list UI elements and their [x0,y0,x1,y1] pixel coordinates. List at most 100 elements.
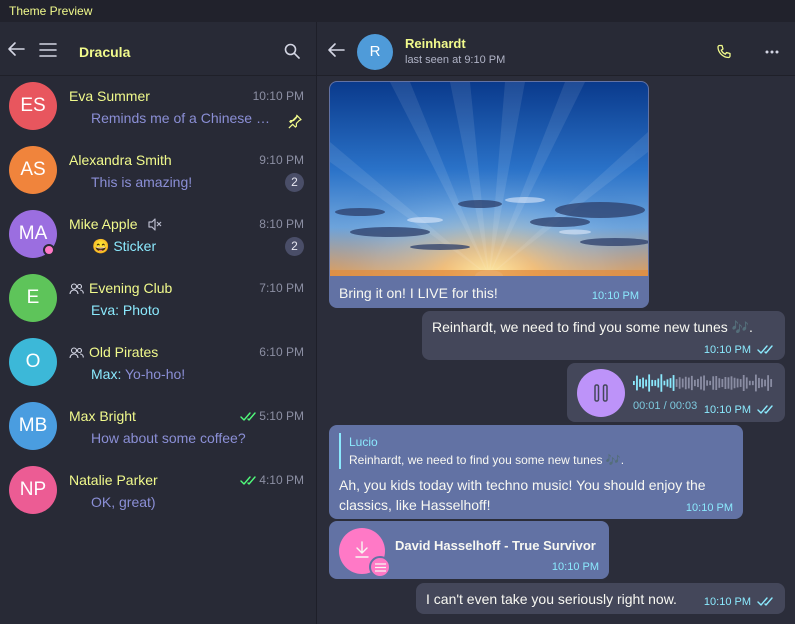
download-icon [355,541,369,558]
pause-icon [594,384,608,402]
voice-message[interactable]: 00:01 / 00:03 10:10 PM [567,363,785,422]
waveform-bar [663,380,666,386]
chat-item-natalie-parker[interactable]: NP Natalie Parker 4:10 PM OK, great) [0,460,316,524]
reply-message[interactable]: Lucio Reinhardt, we need to find you som… [329,425,743,519]
message-text: Reinhardt, we need to find you some new … [432,319,753,335]
waveform-bar [684,376,687,390]
chat-last-message: 😄 Sticker [92,238,278,255]
avatar: NP [9,466,57,514]
back-arrow-icon[interactable] [327,42,345,58]
waveform-bar [700,376,702,390]
waveform-bar [721,378,724,388]
playlist-icon [369,556,391,578]
waveform-bar [645,379,647,387]
chat-item-old-pirates[interactable]: O Old Pirates 6:10 PM Max: Yo-ho-ho! [0,332,316,396]
waveform-bar [758,377,760,389]
search-icon[interactable] [284,43,300,59]
waveform-bar [709,380,712,386]
theme-name-title: Dracula [79,44,131,60]
pin-icon [288,114,302,129]
more-options-icon[interactable] [765,50,779,54]
chat-last-message: How about some coffee? [91,430,246,446]
waveform-bar [724,376,727,390]
waveform-bar [636,375,638,391]
waveform-bar [672,375,675,391]
waveform-bar [767,375,769,391]
waveform-bar [678,377,681,389]
waveform-bar [633,381,635,385]
contact-avatar[interactable]: R [357,34,393,70]
waveform-bar [739,379,742,387]
contact-name[interactable]: Reinhardt [405,36,466,51]
waveform-bar [706,380,708,386]
audio-file-message[interactable]: David Hasselhoff - True Survivor 10:10 P… [329,521,609,579]
waveform-bar [770,379,773,387]
waveform[interactable] [633,372,775,394]
photo-message[interactable]: Bring it on! I LIVE for this! 10:10 PM [329,81,649,308]
waveform-bar [745,377,748,389]
message-time: 10:10 PM [703,596,751,608]
waveform-bar [764,379,766,387]
conversation-header: R Reinhardt last seen at 9:10 PM [317,22,795,76]
waveform-bar [660,374,663,392]
chat-item-max-bright[interactable]: MB Max Bright 5:10 PM How about some cof… [0,396,316,460]
song-title: David Hasselhoff - True Survivor [395,538,596,553]
message-time: 10:10 PM [703,404,751,416]
pause-button[interactable] [577,369,625,417]
chat-last-message: Max: Yo-ho-ho! [91,366,277,382]
chat-list-header: Dracula [0,22,316,76]
phone-call-icon[interactable] [716,44,732,60]
chat-time: 10:10 PM [252,89,304,103]
group-icon [69,347,84,359]
chat-item-evening-club[interactable]: E Evening Club 7:10 PM Eva: Photo [0,268,316,332]
waveform-bar [697,378,699,388]
conversation-panel: R Reinhardt last seen at 9:10 PM Bring i… [317,22,795,624]
sender-name: Max: [91,366,122,382]
message-text: I can't even take you seriously right no… [426,591,677,607]
chat-time: 9:10 PM [259,153,304,167]
chat-time: 8:10 PM [259,217,304,231]
waveform-bar [733,377,736,389]
waveform-bar [639,379,641,387]
window-title: Theme Preview [9,4,93,18]
last-seen-status: last seen at 9:10 PM [405,54,506,66]
reply-author[interactable]: Lucio [349,435,378,449]
waveform-bar [669,378,672,388]
outgoing-message-last[interactable]: I can't even take you seriously right no… [416,583,785,614]
double-check-icon [240,412,256,421]
chat-item-alexandra-smith[interactable]: AS Alexandra Smith 9:10 PM This is amazi… [0,140,316,204]
waveform-bar [675,379,678,387]
chat-item-mike-apple[interactable]: MA Mike Apple 8:10 PM 😄 Sticker 2 [0,204,316,268]
waveform-bar [651,379,654,387]
back-arrow-icon[interactable] [7,41,25,57]
chat-list-panel: Dracula ES Eva Summer 10:10 PM Reminds m… [0,22,316,624]
double-check-icon [757,345,773,354]
waveform-bar [681,378,684,388]
waveform-bar [761,378,763,388]
chat-item-eva-summer[interactable]: ES Eva Summer 10:10 PM Reminds me of a C… [0,76,316,140]
unread-badge: 2 [285,237,304,256]
avatar: MB [9,402,57,450]
waveform-bar [654,380,657,386]
waveform-bar [730,376,733,390]
double-check-icon [757,405,773,414]
waveform-bar [736,378,739,388]
group-icon [69,283,84,295]
sunset-photo[interactable] [330,82,648,276]
chat-time: 4:10 PM [259,473,304,487]
waveform-bar [666,379,669,387]
waveform-bar [715,376,718,390]
waveform-bar [755,374,757,392]
waveform-bar [712,376,715,390]
outgoing-message-tunes[interactable]: Reinhardt, we need to find you some new … [422,311,785,360]
waveform-bar [690,375,693,391]
hamburger-menu-icon[interactable] [39,43,57,57]
double-check-icon [757,597,773,606]
online-indicator [43,244,55,256]
message-time: 10:10 PM [703,344,751,356]
message-text: Photo [122,302,160,318]
photo-caption: Bring it on! I LIVE for this! [339,285,498,301]
download-button[interactable] [339,528,391,578]
waveform-bar [648,374,651,392]
message-time: 10:10 PM [551,561,599,573]
